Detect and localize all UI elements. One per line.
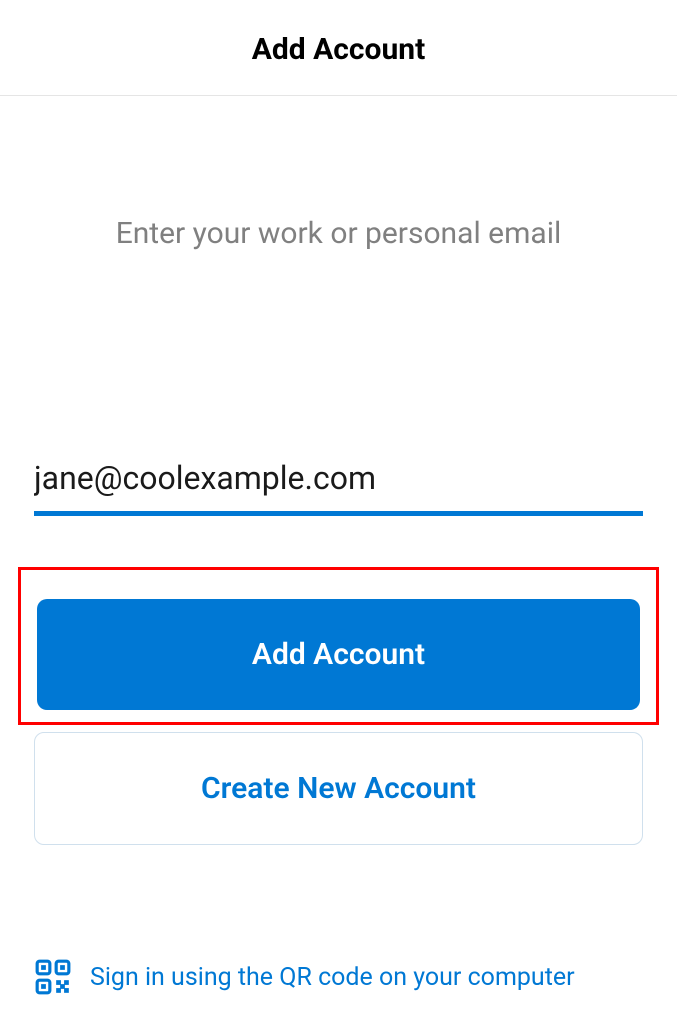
header: Add Account (0, 0, 677, 96)
qr-signin-link[interactable]: Sign in using the QR code on your comput… (34, 958, 643, 996)
page-title: Add Account (0, 32, 677, 67)
instruction-text: Enter your work or personal email (34, 216, 643, 251)
qr-code-icon (34, 958, 72, 996)
create-new-account-button[interactable]: Create New Account (34, 732, 643, 845)
qr-link-text: Sign in using the QR code on your comput… (90, 963, 575, 992)
content-area: Enter your work or personal email Add Ac… (0, 216, 677, 996)
add-account-button[interactable]: Add Account (37, 599, 640, 710)
email-input[interactable] (34, 451, 643, 516)
highlight-annotation: Add Account (18, 567, 659, 725)
